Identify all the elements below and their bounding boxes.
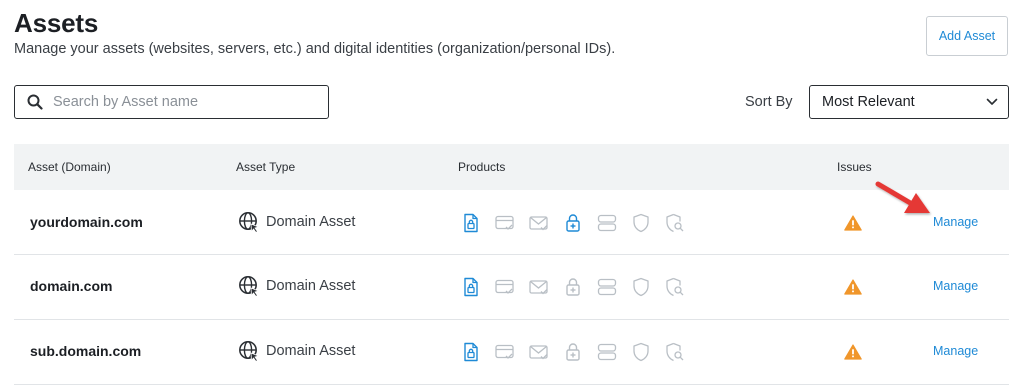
warning-icon[interactable]: [844, 344, 862, 365]
email-icon[interactable]: [528, 341, 550, 363]
search-icon: [27, 94, 43, 110]
shield-search-icon[interactable]: [664, 212, 686, 234]
server-icon[interactable]: [596, 341, 618, 363]
annotation-arrow-icon: [875, 181, 930, 213]
manage-link[interactable]: Manage: [933, 215, 978, 229]
sort-select[interactable]: Most Relevant: [809, 85, 1009, 119]
server-icon[interactable]: [596, 212, 618, 234]
table-header: Asset (Domain) Asset Type Products Issue…: [14, 144, 1009, 190]
column-header-products: Products: [458, 160, 506, 174]
asset-type: Domain Asset: [238, 340, 355, 362]
shield-search-icon[interactable]: [664, 341, 686, 363]
shield-icon[interactable]: [630, 341, 652, 363]
asset-type: Domain Asset: [238, 275, 355, 297]
assets-table: Asset (Domain) Asset Type Products Issue…: [14, 144, 1009, 385]
column-header-issues: Issues: [837, 160, 872, 174]
chevron-down-icon: [986, 98, 998, 105]
column-header-asset-type: Asset Type: [236, 160, 296, 174]
manage-link[interactable]: Manage: [933, 279, 978, 293]
column-header-asset: Asset (Domain): [28, 160, 111, 174]
payment-card-icon[interactable]: [494, 212, 516, 234]
shield-icon[interactable]: [630, 276, 652, 298]
shield-search-icon[interactable]: [664, 276, 686, 298]
manage-link[interactable]: Manage: [933, 344, 978, 358]
warning-icon[interactable]: [844, 215, 862, 236]
asset-domain: yourdomain.com: [30, 214, 143, 230]
sort-label: Sort By: [745, 94, 793, 110]
sort-selected-value: Most Relevant: [822, 94, 915, 110]
table-row: sub.domain.com Domain Asset Manage: [14, 320, 1009, 385]
email-icon[interactable]: [528, 276, 550, 298]
asset-type-label: Domain Asset: [266, 343, 356, 359]
search-input[interactable]: [53, 94, 313, 110]
page-subtitle: Manage your assets (websites, servers, e…: [14, 41, 616, 57]
asset-domain: sub.domain.com: [30, 343, 142, 359]
asset-type: Domain Asset: [238, 211, 355, 233]
lock-plus-icon[interactable]: [562, 276, 584, 298]
lock-plus-icon[interactable]: [562, 212, 584, 234]
product-icons: [460, 212, 698, 234]
payment-card-icon[interactable]: [494, 276, 516, 298]
table-row: domain.com Domain Asset Manage: [14, 255, 1009, 320]
add-asset-button[interactable]: Add Asset: [926, 16, 1008, 56]
ssl-certificate-icon[interactable]: [460, 276, 482, 298]
email-icon[interactable]: [528, 212, 550, 234]
server-icon[interactable]: [596, 276, 618, 298]
asset-type-label: Domain Asset: [266, 278, 356, 294]
lock-plus-icon[interactable]: [562, 341, 584, 363]
asset-type-label: Domain Asset: [266, 214, 356, 230]
globe-cursor-icon: [238, 211, 266, 233]
product-icons: [460, 341, 698, 363]
shield-icon[interactable]: [630, 212, 652, 234]
search-box[interactable]: [14, 85, 329, 119]
globe-cursor-icon: [238, 340, 266, 362]
warning-icon[interactable]: [844, 279, 862, 300]
asset-domain: domain.com: [30, 278, 113, 294]
table-row: yourdomain.com Domain Asset Manage: [14, 190, 1009, 255]
product-icons: [460, 276, 698, 298]
page-title: Assets: [14, 8, 99, 38]
ssl-certificate-icon[interactable]: [460, 212, 482, 234]
ssl-certificate-icon[interactable]: [460, 341, 482, 363]
globe-cursor-icon: [238, 275, 266, 297]
payment-card-icon[interactable]: [494, 341, 516, 363]
